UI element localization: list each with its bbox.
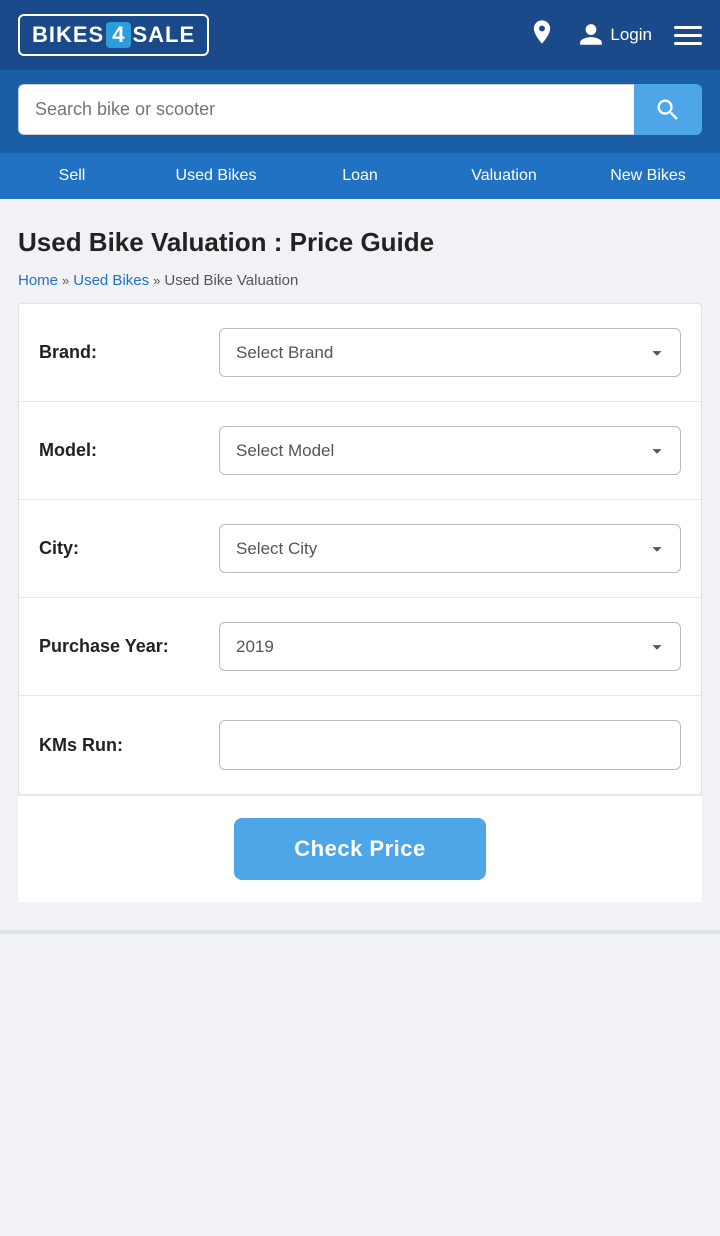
main-nav: Sell Used Bikes Loan Valuation New Bikes	[0, 153, 720, 199]
year-row: Purchase Year: 2019 2018 2020 2021 2022	[19, 598, 701, 696]
model-row: Model: Select Model	[19, 402, 701, 500]
nav-item-used-bikes[interactable]: Used Bikes	[144, 153, 288, 199]
login-label: Login	[610, 25, 652, 45]
header: BIKES 4 SALE Login	[0, 0, 720, 70]
city-label: City:	[39, 538, 219, 559]
menu-icon[interactable]	[674, 26, 702, 45]
logo[interactable]: BIKES 4 SALE	[18, 14, 209, 56]
brand-select[interactable]: Select Brand	[219, 328, 681, 377]
login-button[interactable]: Login	[578, 22, 652, 48]
kms-row: KMs Run:	[19, 696, 701, 794]
breadcrumb-sep-2: »	[153, 273, 160, 288]
nav-item-valuation[interactable]: Valuation	[432, 153, 576, 199]
search-button[interactable]	[634, 84, 702, 135]
logo-suffix: SALE	[133, 22, 196, 48]
page-content: Used Bike Valuation : Price Guide Home »…	[0, 199, 720, 920]
city-row: City: Select City	[19, 500, 701, 598]
nav-item-loan[interactable]: Loan	[288, 153, 432, 199]
year-select[interactable]: 2019 2018 2020 2021 2022	[219, 622, 681, 671]
nav-item-new-bikes[interactable]: New Bikes	[576, 153, 720, 199]
kms-input[interactable]	[219, 720, 681, 770]
year-label: Purchase Year:	[39, 636, 219, 657]
brand-label: Brand:	[39, 342, 219, 363]
city-select[interactable]: Select City	[219, 524, 681, 573]
breadcrumb-home[interactable]: Home	[18, 272, 58, 289]
location-icon[interactable]	[528, 18, 556, 53]
page-title: Used Bike Valuation : Price Guide	[18, 227, 702, 258]
kms-label: KMs Run:	[39, 735, 219, 756]
logo-number: 4	[106, 22, 130, 48]
search-input[interactable]	[18, 84, 634, 135]
breadcrumb-sep-1: »	[62, 273, 69, 288]
breadcrumb-used-bikes[interactable]: Used Bikes	[73, 272, 149, 289]
model-label: Model:	[39, 440, 219, 461]
brand-row: Brand: Select Brand	[19, 304, 701, 402]
logo-prefix: BIKES	[32, 22, 104, 48]
breadcrumb: Home » Used Bikes » Used Bike Valuation	[18, 272, 702, 289]
search-icon	[654, 96, 682, 124]
model-select[interactable]: Select Model	[219, 426, 681, 475]
valuation-form: Brand: Select Brand Model: Select Model …	[18, 303, 702, 795]
footer-divider	[0, 930, 720, 934]
breadcrumb-current: Used Bike Valuation	[164, 272, 298, 289]
nav-item-sell[interactable]: Sell	[0, 153, 144, 199]
check-price-button[interactable]: Check Price	[234, 818, 485, 880]
search-bar	[0, 70, 720, 153]
check-price-row: Check Price	[18, 795, 702, 902]
header-actions: Login	[528, 18, 702, 53]
